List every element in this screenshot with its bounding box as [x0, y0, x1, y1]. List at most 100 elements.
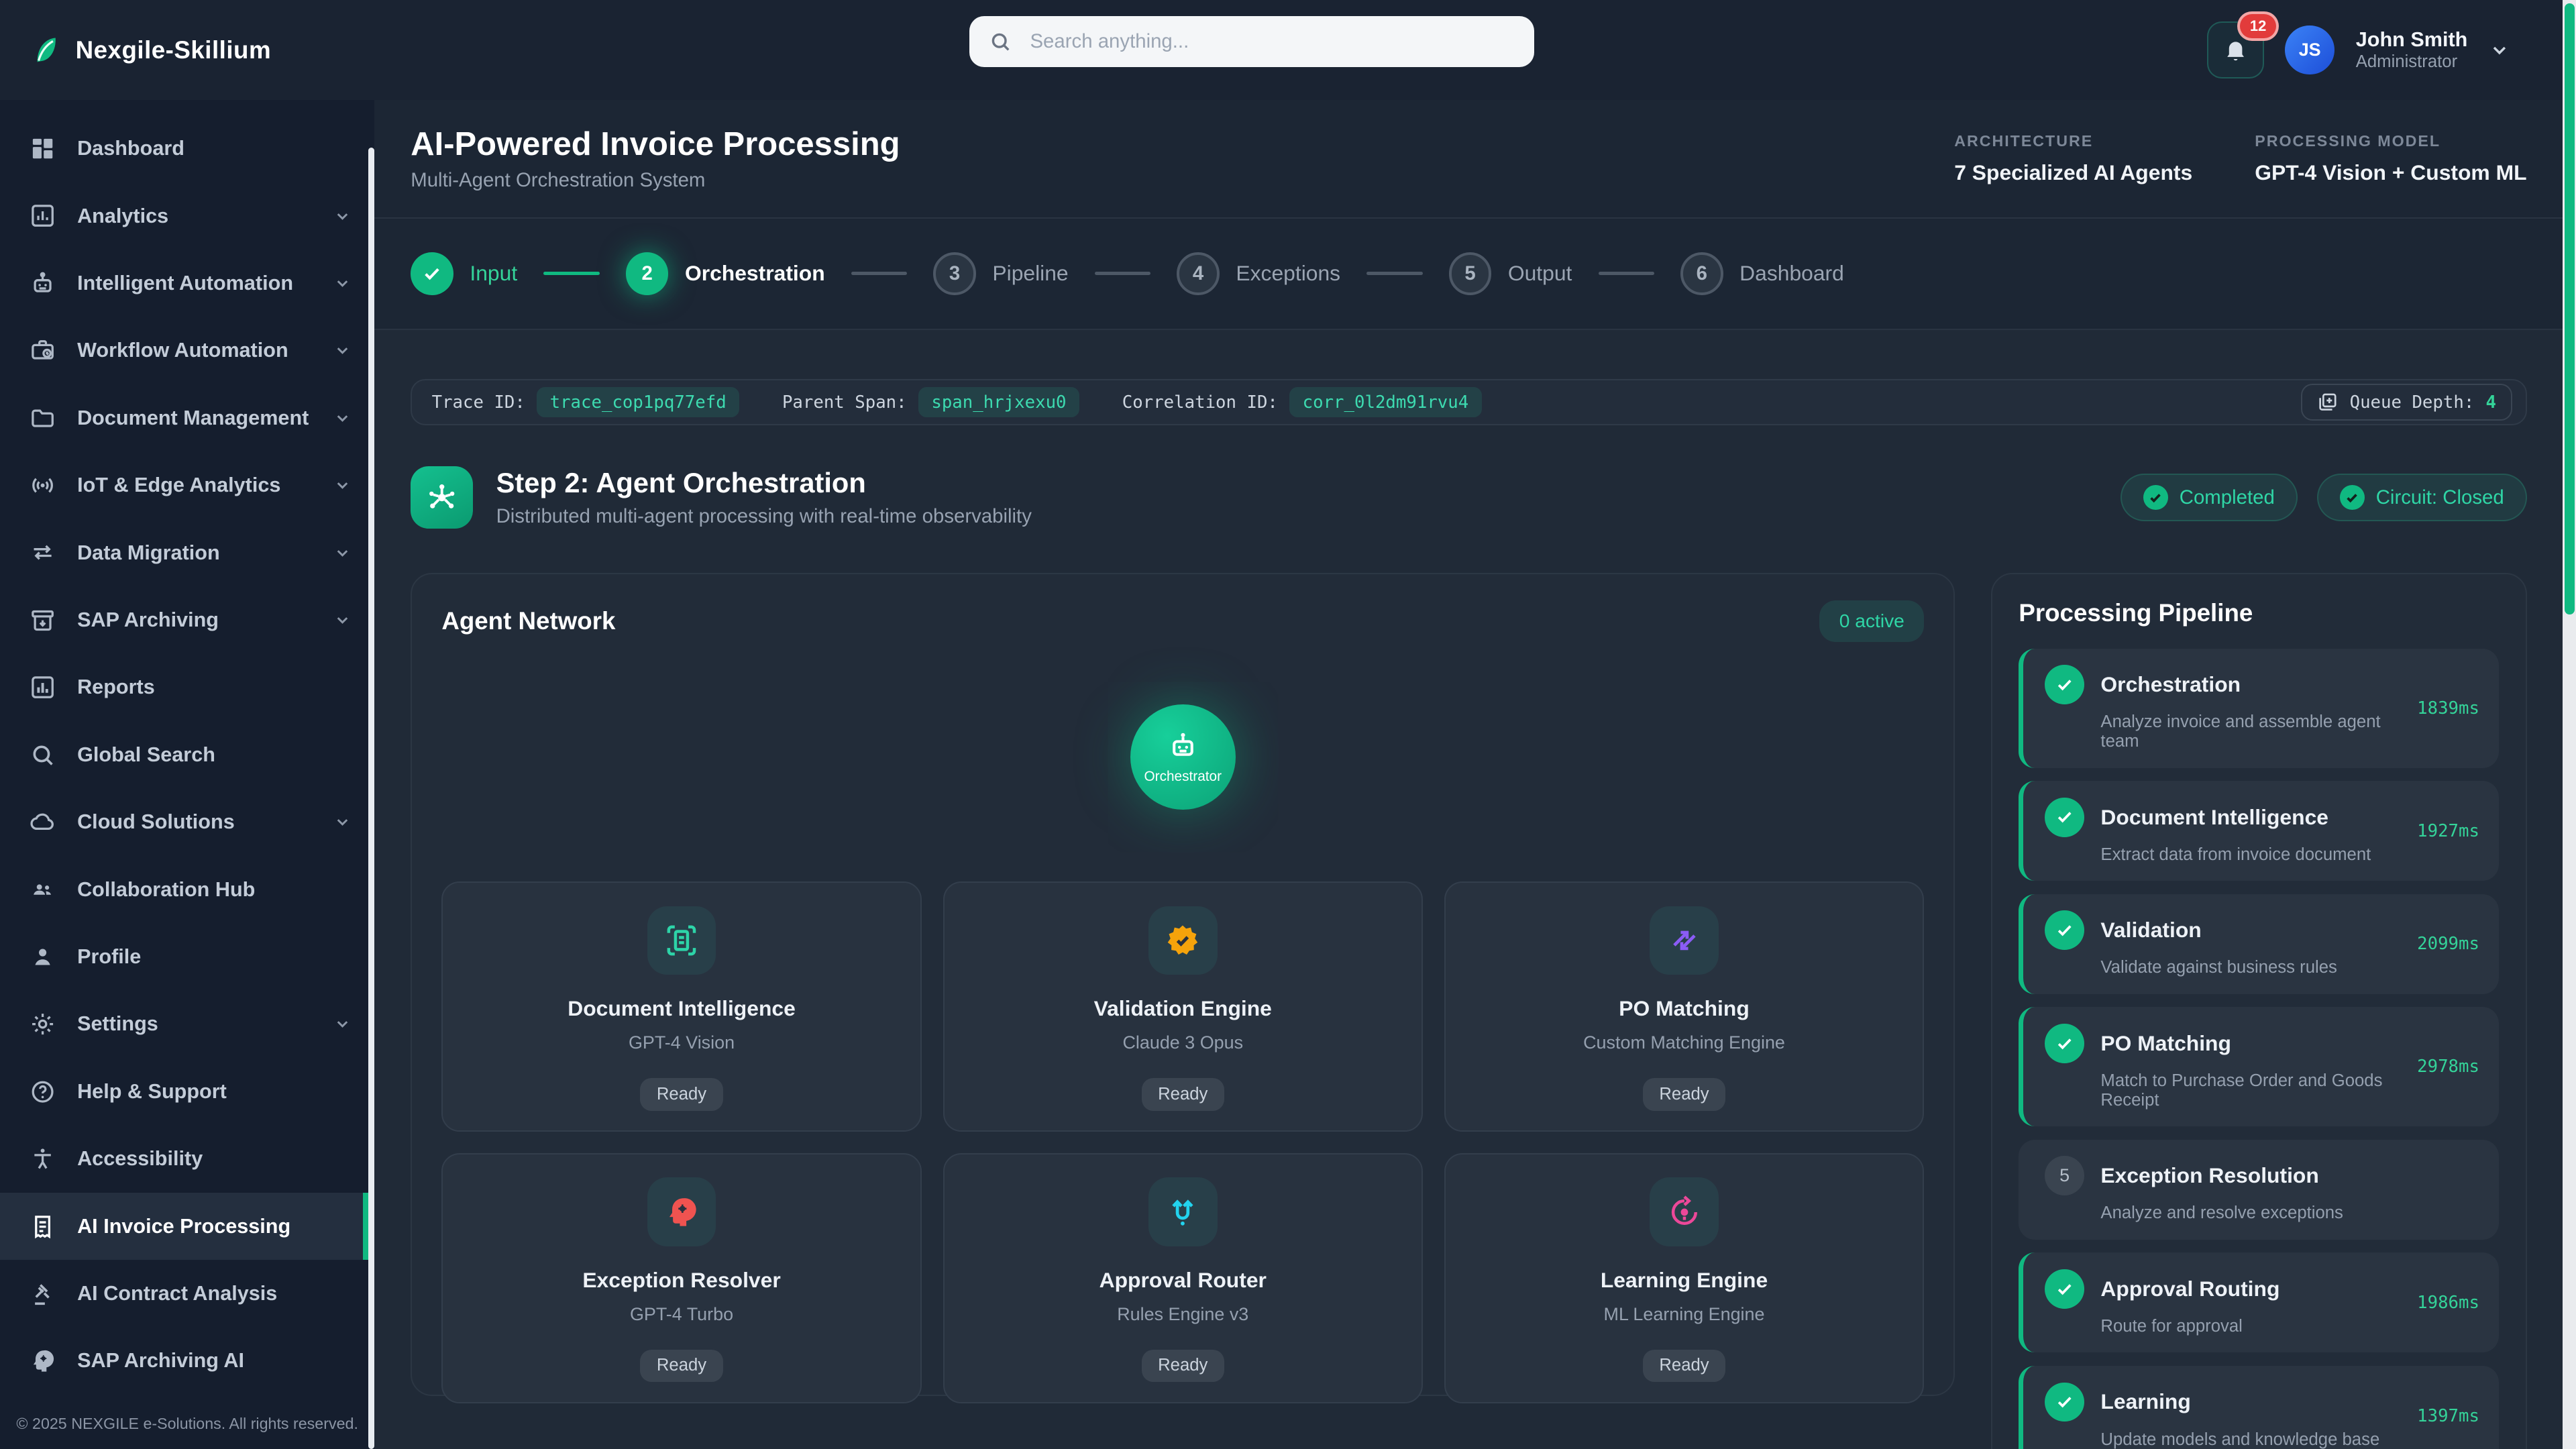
- page-scrollbar-thumb[interactable]: [2565, 3, 2575, 614]
- pipeline-item-duration: 2978ms: [2417, 1057, 2479, 1077]
- orchestrator-node[interactable]: Orchestrator: [1130, 704, 1236, 810]
- correlation-id-chip[interactable]: corr_0l2dm91rvu4: [1289, 387, 1482, 417]
- pipeline-item-document-intelligence[interactable]: Document Intelligence Extract data from …: [2019, 781, 2499, 881]
- sidebar-item-ai-contract-analysis[interactable]: AI Contract Analysis: [0, 1260, 374, 1327]
- check-icon: [2045, 1383, 2084, 1422]
- sidebar-item-iot-edge-analytics[interactable]: IoT & Edge Analytics: [0, 451, 374, 519]
- leaf-logo-icon: [30, 32, 61, 68]
- notifications-button[interactable]: 12: [2207, 21, 2264, 78]
- chevron-down-icon: [333, 341, 352, 360]
- agent-name: Learning Engine: [1465, 1268, 1903, 1293]
- step-dashboard[interactable]: 6 Dashboard: [1680, 252, 1844, 295]
- cloud-icon: [30, 809, 56, 835]
- pipeline-item-exception-resolution[interactable]: 5 Exception Resolution Analyze and resol…: [2019, 1140, 2499, 1240]
- pipeline-item-name: Exception Resolution: [2100, 1163, 2318, 1188]
- step-input[interactable]: Input: [411, 252, 517, 295]
- alt-route-icon: [1148, 1177, 1218, 1246]
- agent-status-badge: Ready: [1142, 1350, 1224, 1383]
- step-exceptions[interactable]: 4 Exceptions: [1177, 252, 1340, 295]
- sidebar-item-profile[interactable]: Profile: [0, 923, 374, 990]
- sidebar-item-global-search[interactable]: Global Search: [0, 721, 374, 788]
- queue-depth-value: 4: [2485, 392, 2496, 413]
- step-connector: [1599, 272, 1654, 275]
- agent-status-badge: Ready: [1643, 1350, 1725, 1383]
- agent-card-po-matching[interactable]: PO Matching Custom Matching Engine Ready: [1444, 881, 1924, 1132]
- sidebar-item-data-migration[interactable]: Data Migration: [0, 519, 374, 586]
- sidebar-item-workflow-automation[interactable]: Workflow Automation: [0, 317, 374, 384]
- sidebar-item-ai-invoice-processing[interactable]: AI Invoice Processing: [0, 1193, 374, 1260]
- agent-card-validation-engine[interactable]: Validation Engine Claude 3 Opus Ready: [943, 881, 1423, 1132]
- head-gear-icon: [30, 1348, 56, 1374]
- sidebar-item-label: Intelligent Automation: [77, 272, 293, 295]
- chevron-down-icon[interactable]: [2489, 40, 2510, 61]
- bell-icon: [2222, 37, 2249, 63]
- check-icon: [2045, 1024, 2084, 1063]
- user-name: John Smith: [2356, 28, 2468, 52]
- sidebar-item-cloud-solutions[interactable]: Cloud Solutions: [0, 788, 374, 855]
- agent-name: Validation Engine: [964, 996, 1402, 1021]
- sidebar-item-label: Reports: [77, 676, 155, 699]
- avatar[interactable]: JS: [2285, 25, 2334, 74]
- step-section-header: Step 2: Agent Orchestration Distributed …: [411, 466, 2526, 529]
- meta-label: ARCHITECTURE: [1954, 132, 2192, 150]
- briefcase-clock-icon: [30, 337, 56, 364]
- trace-bar: Trace ID: trace_cop1pq77efd Parent Span:…: [411, 379, 2526, 425]
- sidebar-scrollbar[interactable]: [368, 148, 375, 1449]
- sidebar-item-analytics[interactable]: Analytics: [0, 182, 374, 250]
- queue-icon: [2317, 392, 2339, 413]
- parent-span-chip[interactable]: span_hrjxexu0: [918, 387, 1079, 417]
- pipeline-item-learning[interactable]: Learning Update models and knowledge bas…: [2019, 1366, 2499, 1449]
- sidebar-item-accessibility[interactable]: Accessibility: [0, 1126, 374, 1193]
- agent-card-document-intelligence[interactable]: Document Intelligence GPT-4 Vision Ready: [441, 881, 921, 1132]
- pipeline-item-duration: 1839ms: [2417, 698, 2479, 718]
- pipeline-item-po-matching[interactable]: PO Matching Match to Purchase Order and …: [2019, 1007, 2499, 1126]
- agent-network-panel: Agent Network 0 active Orchestrator: [411, 573, 1955, 1396]
- brand[interactable]: Nexgile-Skillium: [0, 32, 271, 68]
- correlation-id-label: Correlation ID:: [1122, 392, 1278, 413]
- sidebar-item-settings[interactable]: Settings: [0, 991, 374, 1058]
- agent-card-exception-resolver[interactable]: Exception Resolver GPT-4 Turbo Ready: [441, 1153, 921, 1403]
- sidebar-item-label: AI Invoice Processing: [77, 1215, 290, 1238]
- pipeline-item-orchestration[interactable]: Orchestration Analyze invoice and assemb…: [2019, 649, 2499, 768]
- sidebar-item-document-management[interactable]: Document Management: [0, 384, 374, 451]
- top-navbar: Nexgile-Skillium 12 JS John Smith Admini…: [0, 0, 2576, 100]
- sidebar-item-label: Settings: [77, 1012, 158, 1036]
- sensors-icon: [30, 472, 56, 498]
- page-scrollbar[interactable]: [2563, 0, 2576, 1449]
- sidebar-item-sap-archiving-ai[interactable]: SAP Archiving AI: [0, 1328, 374, 1395]
- meta-value: GPT-4 Vision + Custom ML: [2255, 160, 2526, 185]
- step-orchestration[interactable]: 2 Orchestration: [626, 252, 825, 295]
- sidebar-item-label: Help & Support: [77, 1080, 227, 1104]
- sidebar-item-reports[interactable]: Reports: [0, 654, 374, 721]
- step-label: Input: [470, 261, 517, 286]
- trace-id-chip[interactable]: trace_cop1pq77efd: [537, 387, 739, 417]
- search-input[interactable]: [1027, 29, 1515, 55]
- pipeline-item-duration: 2099ms: [2417, 934, 2479, 954]
- sidebar-item-label: Dashboard: [77, 137, 184, 160]
- global-search[interactable]: [969, 16, 1534, 67]
- agent-card-learning-engine[interactable]: Learning Engine ML Learning Engine Ready: [1444, 1153, 1924, 1403]
- step-label: Exceptions: [1236, 261, 1340, 286]
- user-meta[interactable]: John Smith Administrator: [2356, 28, 2468, 72]
- completed-badge: Completed: [2121, 474, 2298, 521]
- sidebar-item-help-support[interactable]: Help & Support: [0, 1058, 374, 1125]
- circuit-badge-label: Circuit: Closed: [2376, 486, 2504, 509]
- step-number: 4: [1177, 252, 1220, 295]
- sidebar-item-sap-archiving[interactable]: SAP Archiving: [0, 586, 374, 653]
- step-output[interactable]: 5 Output: [1449, 252, 1572, 295]
- sidebar-item-intelligent-automation[interactable]: Intelligent Automation: [0, 250, 374, 317]
- trace-id-group: Trace ID: trace_cop1pq77efd: [432, 387, 740, 417]
- gavel-icon: [30, 1281, 56, 1307]
- pipeline-item-approval-routing[interactable]: Approval Routing Route for approval 1986…: [2019, 1252, 2499, 1352]
- pipeline-item-desc: Match to Purchase Order and Goods Receip…: [2100, 1071, 2400, 1110]
- pipeline-item-desc: Update models and knowledge base: [2100, 1430, 2400, 1449]
- pipeline-item-name: Document Intelligence: [2100, 805, 2328, 830]
- step-check-icon: [411, 252, 453, 295]
- sidebar-item-dashboard[interactable]: Dashboard: [0, 115, 374, 182]
- step-pipeline[interactable]: 3 Pipeline: [933, 252, 1068, 295]
- sidebar-item-collaboration-hub[interactable]: Collaboration Hub: [0, 856, 374, 923]
- agent-name: Exception Resolver: [463, 1268, 901, 1293]
- pipeline-item-validation[interactable]: Validation Validate against business rul…: [2019, 894, 2499, 994]
- agent-card-approval-router[interactable]: Approval Router Rules Engine v3 Ready: [943, 1153, 1423, 1403]
- pipeline-title: Processing Pipeline: [2019, 599, 2499, 627]
